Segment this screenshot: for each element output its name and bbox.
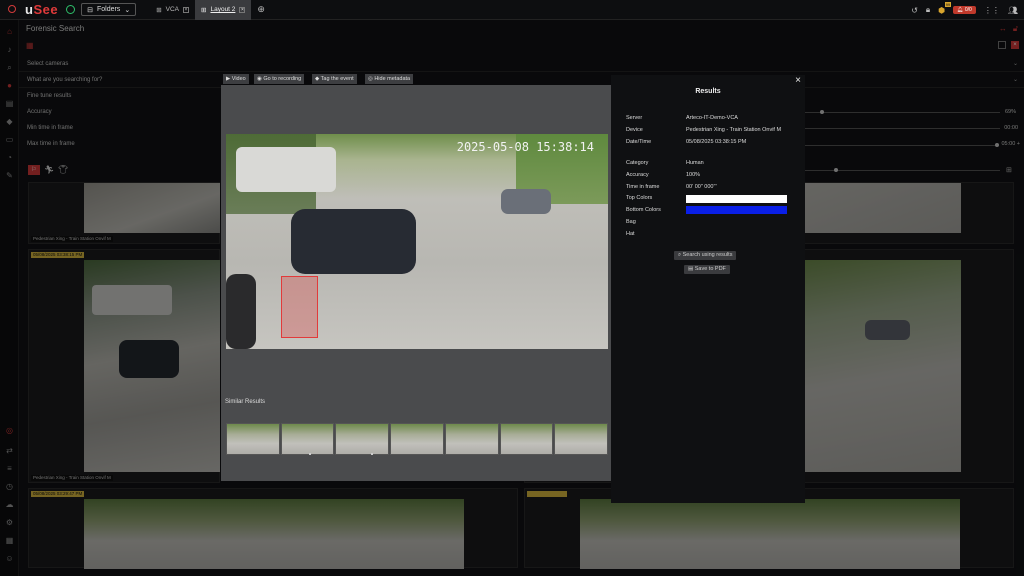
detection-box[interactable] (281, 276, 318, 338)
top-color-swatch (686, 195, 787, 203)
similar-thumbnail[interactable] (226, 423, 280, 455)
similar-results-strip (226, 423, 609, 455)
result-key: Date/Time (626, 139, 652, 145)
save-to-pdf-button[interactable]: ▤ Save to PDF (684, 265, 730, 274)
history-icon[interactable]: ↺ (911, 6, 918, 15)
similar-thumbnail[interactable] (554, 423, 609, 455)
app-logo: uSee (25, 2, 59, 17)
result-key: Time in frame (626, 184, 660, 190)
result-key: Bottom Colors (626, 207, 661, 213)
bell-icon: 🔔︎ (957, 7, 965, 13)
add-tab-button[interactable]: ⊕ (251, 0, 271, 20)
results-panel: Results × Server Arteco-IT-Demo-VCA Device… (611, 75, 805, 503)
result-key: Accuracy (626, 172, 649, 178)
chevron-down-icon: ⌄ (124, 6, 131, 14)
tab-layout-2[interactable]: ⊞ Layout 2 × (195, 0, 252, 20)
similar-thumbnail[interactable] (335, 423, 390, 455)
similar-thumbnail[interactable] (390, 423, 444, 455)
result-value: Arteco-IT-Demo-VCA (686, 115, 738, 121)
similar-thumbnail[interactable] (444, 423, 499, 455)
status-icon[interactable] (66, 5, 76, 14)
go-to-recording-button[interactable]: ◉ Go to recording (254, 74, 305, 84)
apps-grid-icon[interactable]: ⋮⋮ (984, 6, 1000, 15)
similar-thumbnail[interactable] (499, 423, 554, 455)
result-key: Top Colors (626, 195, 653, 201)
notifications-icon[interactable]: ⬢ 99 (938, 1, 952, 15)
tab-vca[interactable]: ⊞ VCA × (150, 0, 195, 20)
close-icon[interactable]: × (795, 75, 801, 86)
top-bar: uSee ⊟ Folders ⌄ ⊞ VCA × ⊞ Layout 2 × ⊕ ↺ 🔒︎ ⬢… (0, 0, 1024, 20)
lock-icon[interactable]: 🔒︎ (926, 5, 930, 15)
event-viewer: 2025-05-08 15:38:14 Similar Results (221, 85, 611, 481)
result-key: Server (626, 115, 643, 121)
result-value: Pedestrian Xing - Train Station Onvif M (686, 127, 782, 133)
osd-timestamp: 2025-05-08 15:38:14 (456, 140, 594, 154)
folder-icon: ⊟ (87, 6, 93, 14)
result-value: Human (686, 160, 704, 166)
tag-event-button[interactable]: ◆ Tag the event (312, 74, 357, 84)
result-key: Hat (626, 231, 635, 237)
result-key: Category (626, 160, 649, 166)
grid-icon: ⊞ (201, 6, 207, 14)
results-title: Results (695, 88, 721, 95)
similar-thumbnail[interactable] (280, 423, 335, 455)
bottom-color-swatch (686, 206, 787, 214)
search-using-results-button[interactable]: ⌕ Search using results (674, 251, 737, 260)
result-key: Device (626, 127, 643, 133)
result-value: 00' 00" 000''' (686, 184, 717, 190)
pdf-icon: ▤ (688, 266, 695, 272)
grid-icon: ⊞ (156, 6, 162, 14)
close-icon[interactable]: × (239, 6, 246, 13)
alarm-badge[interactable]: 🔔︎ 0/0 (953, 6, 976, 14)
result-value: 05/08/2025 03:38:15 PM (686, 139, 747, 145)
similar-results-label: Similar Results (225, 399, 266, 405)
result-value: 100% (686, 172, 701, 178)
users-icon[interactable]: 👥︎ (1008, 6, 1018, 15)
video-frame[interactable]: 2025-05-08 15:38:14 (226, 134, 608, 349)
result-key: Bag (626, 219, 636, 225)
close-icon[interactable]: × (183, 6, 190, 13)
video-button[interactable]: ▶ Video (223, 74, 249, 84)
power-icon[interactable] (8, 5, 16, 13)
folders-dropdown[interactable]: ⊟ Folders ⌄ (81, 3, 137, 16)
hide-metadata-button[interactable]: ◎ Hide metadata (365, 74, 414, 84)
